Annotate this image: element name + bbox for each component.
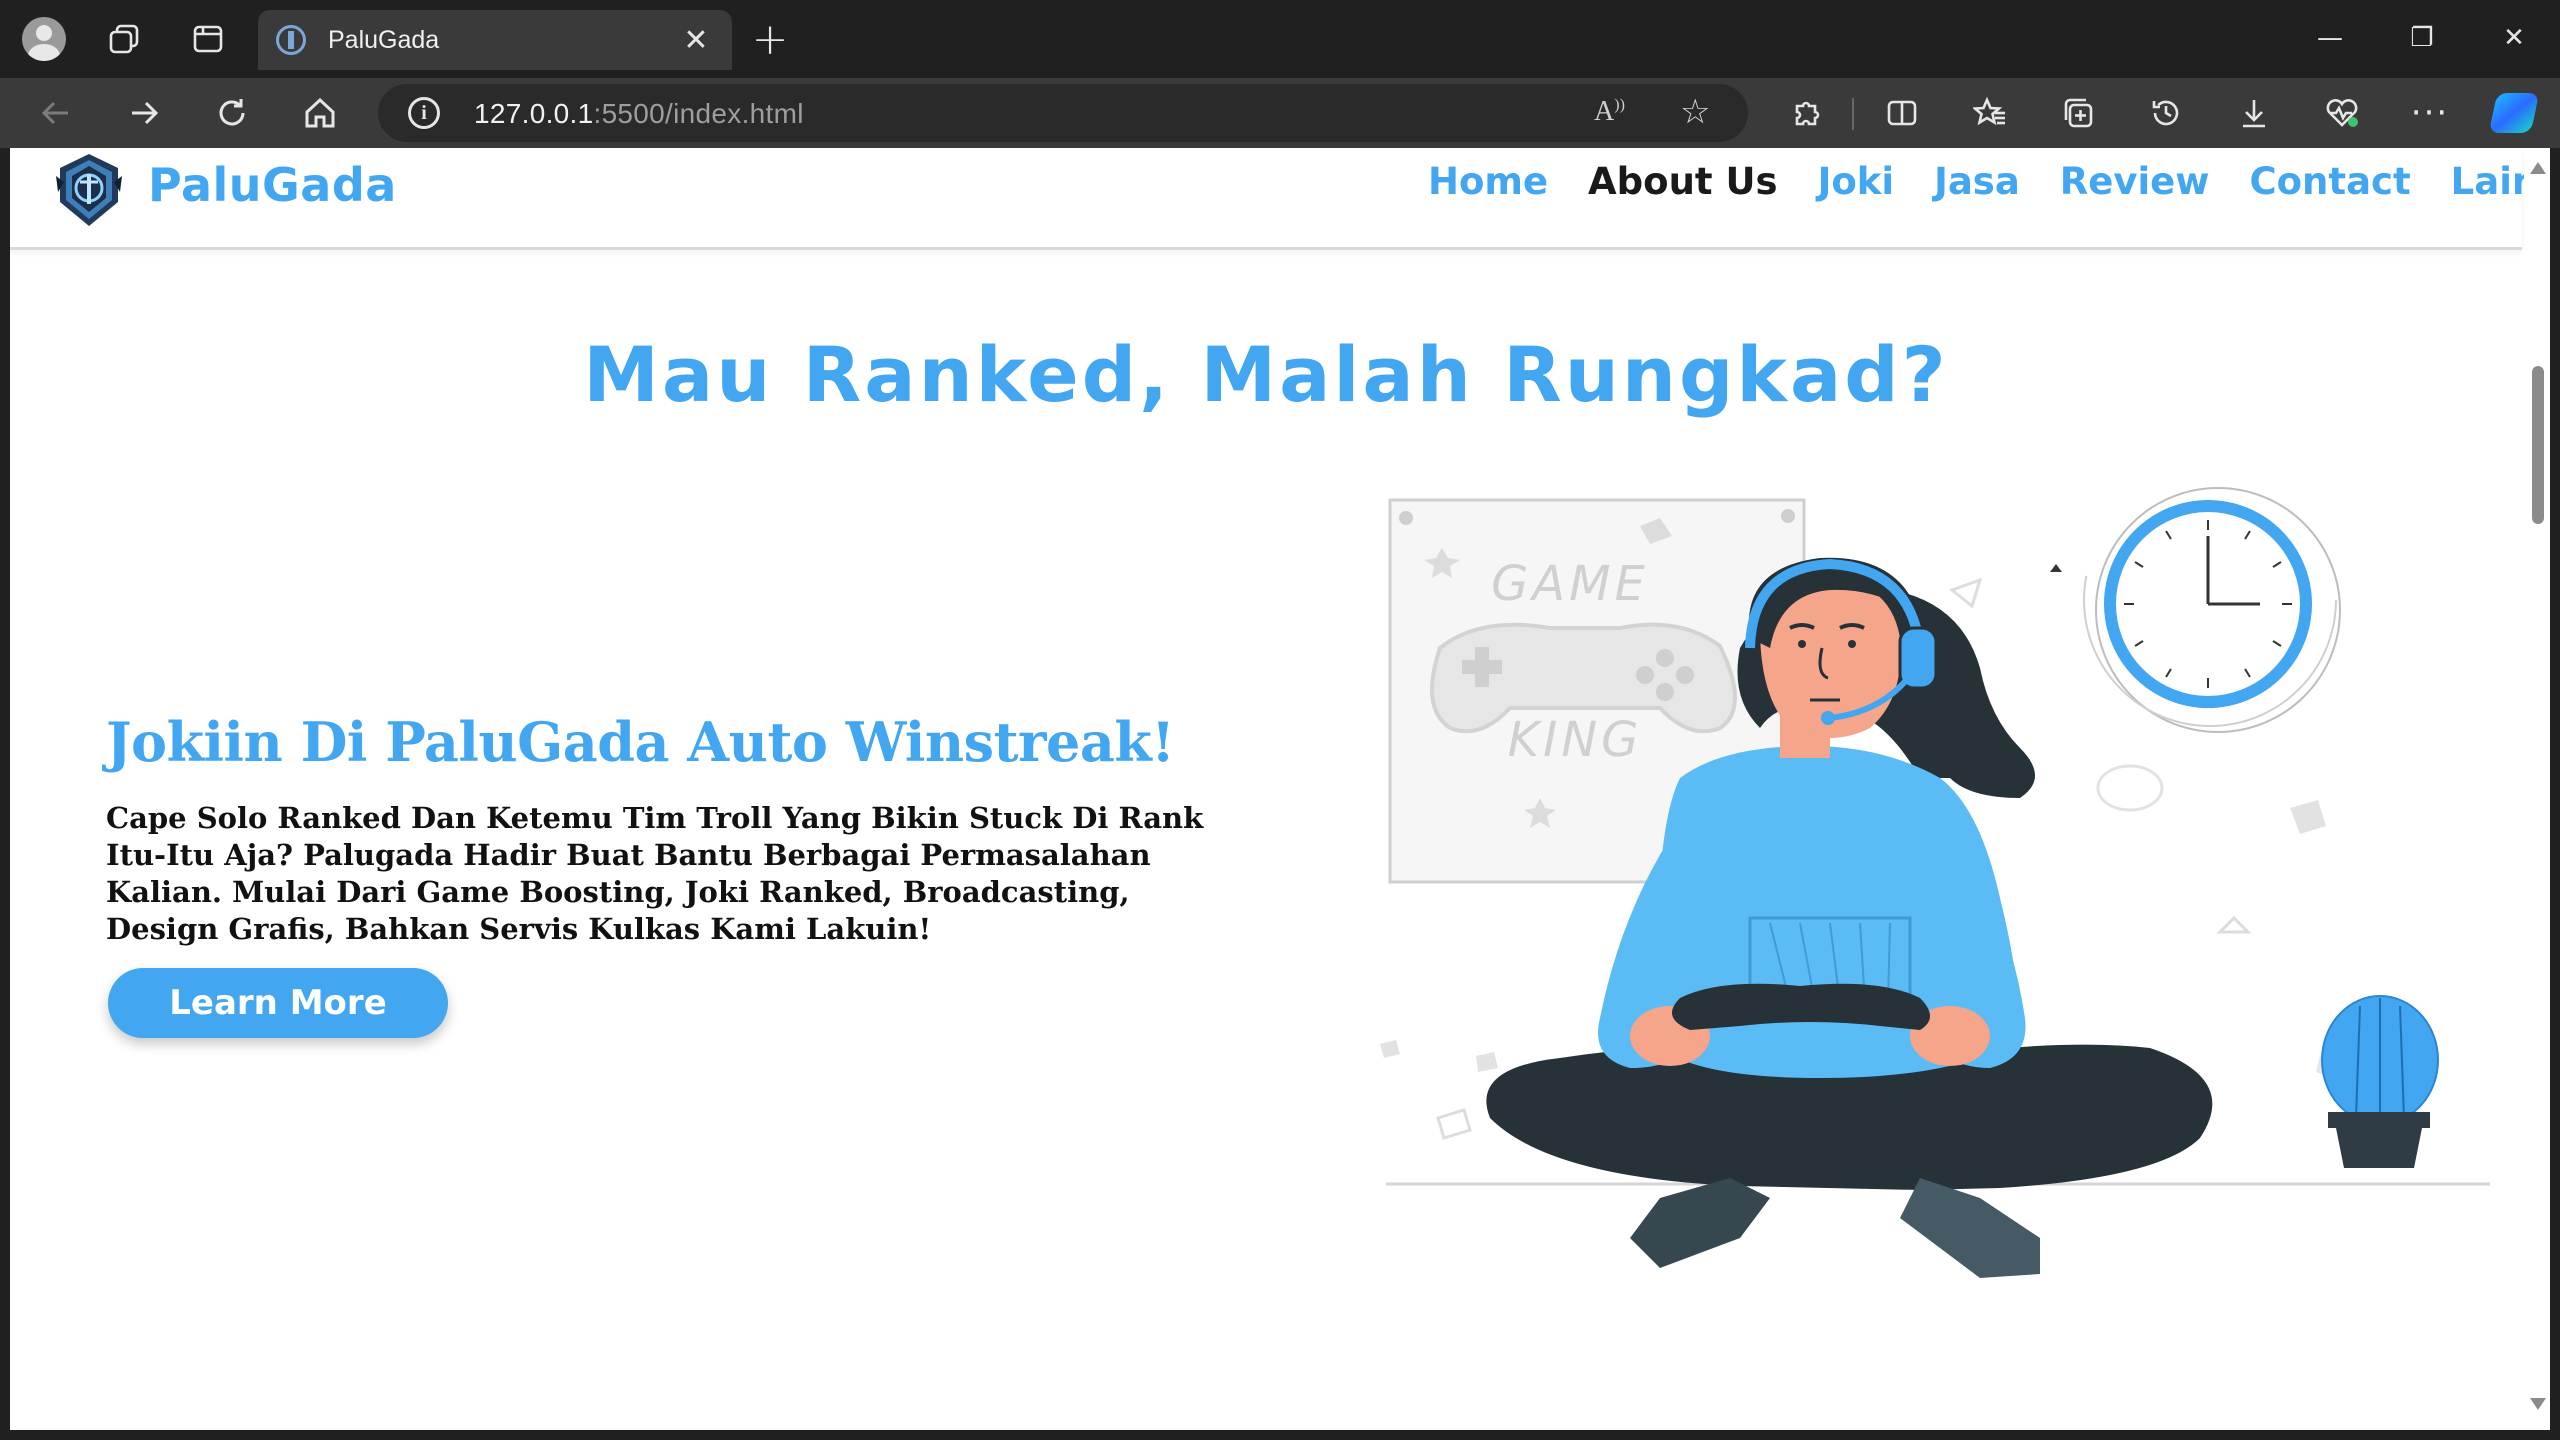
nav-about-us[interactable]: About Us [1588,160,1778,203]
browser-tab-active[interactable]: PaluGada ✕ [258,10,732,70]
history-button[interactable] [2136,86,2196,140]
toolbar-separator [1852,98,1854,130]
hero-headline: Jokiin Di PaluGada Auto Winstreak! [106,710,1175,774]
profile-icon [22,17,66,61]
back-icon [41,101,68,125]
extensions-icon [1795,101,1820,126]
reload-icon [219,99,245,126]
learn-more-button[interactable]: Learn More [108,968,448,1038]
workspaces-button[interactable] [96,14,152,64]
nav-home[interactable]: Home [1428,160,1548,203]
site-header: PaluGada Home About Us Joki Jasa Review … [10,148,2550,250]
copilot-icon [2488,93,2540,133]
profile-button[interactable] [16,14,72,64]
home-button[interactable] [290,86,350,140]
tab-favicon-icon [276,25,306,55]
wall-clock-icon [2050,478,2341,733]
downloads-icon [2243,100,2265,128]
site-info-icon[interactable]: i [408,97,440,129]
page-viewport: PaluGada Home About Us Joki Jasa Review … [10,148,2550,1430]
tab-title: PaluGada [328,25,440,54]
cactus-plant-icon [2321,995,2439,1168]
browser-health-icon [2326,99,2358,127]
downloads-button[interactable] [2224,86,2284,140]
split-screen-button[interactable] [1872,86,1932,140]
home-icon [305,97,335,128]
url-path: :5500/index.html [593,98,804,129]
poster-text-game: GAME [1491,556,1649,612]
nav-review[interactable]: Review [2060,160,2210,203]
tab-actions-button[interactable] [180,14,236,64]
browser-titlebar: PaluGada ✕ + — ❐ ✕ [0,0,2560,78]
read-aloud-icon[interactable]: A)) [1594,96,1625,128]
poster-text-king: KING [1508,712,1643,768]
browser-toolbar: i 127.0.0.1:5500/index.html A)) ☆ ··· [0,78,2560,148]
extensions-button[interactable] [1776,86,1836,140]
address-bar[interactable]: i 127.0.0.1:5500/index.html A)) ☆ [378,84,1748,142]
collections-icon [2064,98,2093,128]
hero-description: Cape Solo Ranked Dan Ketemu Tim Troll Ya… [106,801,1204,946]
main-nav: Home About Us Joki Jasa Review Contact L… [1428,160,2550,203]
forward-button[interactable] [114,86,174,140]
new-tab-button[interactable]: + [742,14,798,65]
gamer-illustration: GAME KING [1380,478,2490,1278]
workspaces-icon [109,24,139,54]
url-host: 127.0.0.1 [474,98,594,129]
history-icon [2152,100,2179,126]
scroll-thumb[interactable] [2532,366,2544,524]
nav-joki[interactable]: Joki [1818,160,1894,203]
hero-title: Mau Ranked, Malah Rungkad? [583,330,1949,419]
window-maximize-button[interactable]: ❐ [2376,10,2468,66]
favorite-star-icon[interactable]: ☆ [1680,92,1710,132]
tab-actions-icon [193,25,223,53]
favorites-button[interactable] [1960,86,2020,140]
browser-health-button[interactable] [2312,86,2372,140]
url-text[interactable]: 127.0.0.1:5500/index.html [474,98,804,130]
window-minimize-button[interactable]: — [2284,10,2376,66]
reload-button[interactable] [202,86,262,140]
split-screen-icon [1887,100,1917,126]
nav-jasa[interactable]: Jasa [1934,160,2020,203]
forward-icon [132,101,159,125]
brand-name[interactable]: PaluGada [148,158,397,212]
tab-close-button[interactable]: ✕ [678,23,714,58]
copilot-button[interactable] [2484,86,2544,140]
nav-contact[interactable]: Contact [2249,160,2410,203]
back-button[interactable] [26,86,86,140]
collections-button[interactable] [2048,86,2108,140]
scroll-up-arrow-icon[interactable] [2530,162,2546,174]
favorites-icon [1973,96,2005,126]
window-close-button[interactable]: ✕ [2468,10,2560,66]
page-scrollbar[interactable] [2524,148,2550,1430]
more-icon[interactable]: ··· [2400,86,2460,140]
palugada-logo-icon[interactable] [52,152,126,228]
scroll-down-arrow-icon[interactable] [2530,1398,2546,1410]
